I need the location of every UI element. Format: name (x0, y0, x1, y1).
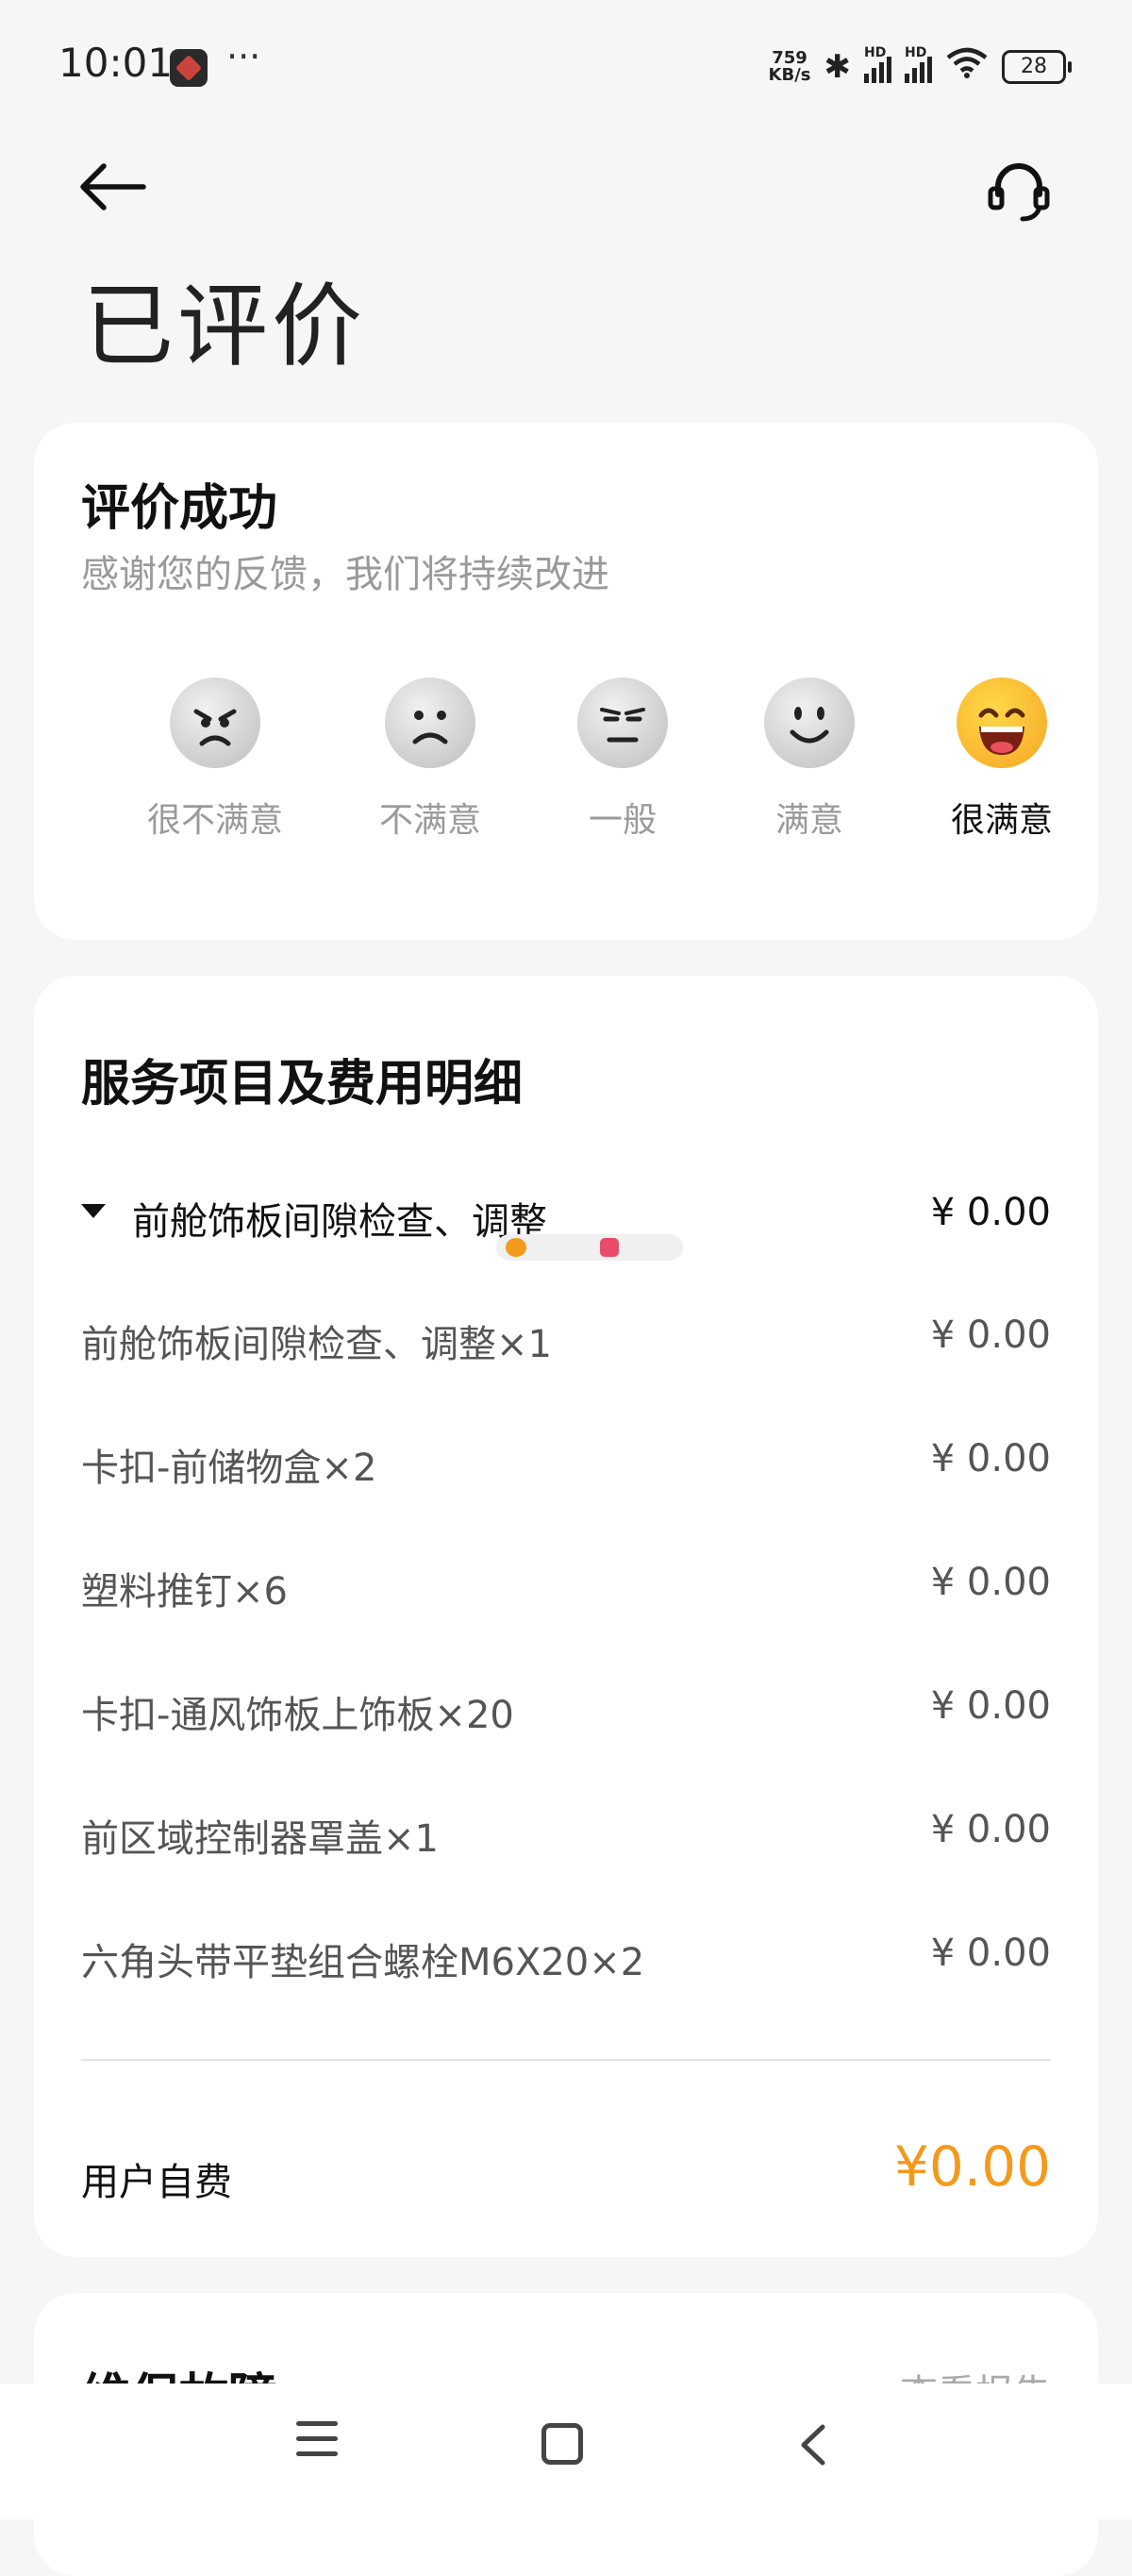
signal-hd-tag: HD (864, 44, 887, 60)
recent-apps-button[interactable] (296, 2421, 338, 2463)
very-satisfied-face-icon (957, 677, 1047, 768)
self-pay-total: ¥0.00 (893, 2134, 1051, 2199)
satisfied-face-icon (764, 677, 855, 768)
network-speed: 759 KB/s (768, 47, 811, 85)
rating-option-label: 不满意 (378, 801, 481, 840)
rating-option-label: 满意 (774, 801, 843, 840)
app-notification-icon (170, 49, 208, 87)
rating-card: 评价成功 感谢您的反馈，我们将持续改进 很不满意 不满意 一般 满意 很满意 (34, 423, 1098, 940)
wifi-icon (945, 45, 989, 88)
rating-option-very-dissatisfied[interactable]: 很不满意 (130, 677, 300, 842)
service-item-row: 塑料推钉×6 ¥ 0.00 (81, 1561, 1051, 1617)
service-item-price: ¥ 0.00 (930, 1313, 1051, 1357)
service-item-name: 前区域控制器罩盖×1 (81, 1817, 439, 1861)
service-item-name: 前舱饰板间隙检查、调整×1 (81, 1323, 552, 1366)
status-time: 10:01 (58, 40, 174, 86)
service-detail-heading: 服务项目及费用明细 (81, 1056, 524, 1112)
service-item-name: 卡扣-通风饰板上饰板×20 (81, 1694, 514, 1737)
signal-hd-tag-2: HD (905, 44, 927, 60)
dissatisfied-face-icon (385, 677, 475, 768)
service-item-price: ¥ 0.00 (930, 1437, 1051, 1480)
service-item-price: ¥ 0.00 (930, 1808, 1051, 1851)
signal-icon-2: HD (905, 45, 932, 83)
rating-option-satisfied[interactable]: 满意 (724, 677, 894, 842)
service-item-price: ¥ 0.00 (930, 1932, 1051, 1975)
arrow-left-icon (80, 163, 146, 210)
service-item-name: 塑料推钉×6 (81, 1570, 288, 1614)
system-navigation-bar (0, 2384, 1132, 2519)
very-dissatisfied-face-icon (170, 677, 260, 768)
page-title: 已评价 (83, 274, 366, 379)
rating-subtitle: 感谢您的反馈，我们将持续改进 (81, 553, 609, 596)
watermark-logo (496, 1234, 683, 1261)
more-notifications-icon: ··· (226, 36, 261, 77)
system-back-button[interactable] (794, 2421, 832, 2468)
rating-heading: 评价成功 (81, 480, 278, 537)
service-item-row: 前区域控制器罩盖×1 ¥ 0.00 (81, 1808, 1051, 1865)
service-group-price: ¥ 0.00 (930, 1191, 1051, 1234)
bluetooth-icon: ✱ (824, 47, 852, 86)
rating-option-label: 很满意 (950, 801, 1053, 840)
rating-option-label: 一般 (588, 801, 657, 840)
service-item-row: 六角头带平垫组合螺栓M6X20×2 ¥ 0.00 (81, 1932, 1051, 1988)
battery-icon: 28 (1002, 49, 1072, 84)
divider (81, 2059, 1051, 2061)
back-button[interactable] (75, 159, 151, 215)
service-item-row: 卡扣-通风饰板上饰板×20 ¥ 0.00 (81, 1684, 1051, 1741)
status-bar: 10:01 ··· 759 KB/s ✱ HD HD 28 (0, 0, 1132, 132)
service-detail-card: 服务项目及费用明细 前舱饰板间隙检查、调整 ¥ 0.00 前舱饰板间隙检查、调整… (34, 976, 1098, 2257)
rating-option-very-satisfied[interactable]: 很满意 (917, 677, 1087, 842)
neutral-face-icon (577, 677, 668, 768)
customer-service-button[interactable] (981, 153, 1057, 228)
caret-down-icon (81, 1204, 106, 1218)
rating-option-label: 很不满意 (146, 801, 283, 840)
headset-icon (988, 163, 1050, 222)
service-item-name: 卡扣-前储物盒×2 (81, 1447, 377, 1490)
rating-option-neutral[interactable]: 一般 (538, 677, 708, 842)
rating-options: 很不满意 不满意 一般 满意 很满意 (34, 677, 1098, 866)
service-item-row: 卡扣-前储物盒×2 ¥ 0.00 (81, 1437, 1051, 1494)
network-speed-value: 759 (772, 47, 807, 68)
service-item-price: ¥ 0.00 (930, 1684, 1051, 1728)
chevron-left-icon (801, 2424, 825, 2466)
service-group-name: 前舱饰板间隙检查、调整 (132, 1200, 547, 1244)
self-pay-label: 用户自费 (81, 2161, 232, 2204)
home-button[interactable] (541, 2423, 583, 2465)
service-item-price: ¥ 0.00 (930, 1561, 1051, 1604)
rating-option-dissatisfied[interactable]: 不满意 (345, 677, 515, 842)
signal-icon: HD (864, 45, 891, 83)
service-item-row: 前舱饰板间隙检查、调整×1 ¥ 0.00 (81, 1313, 1051, 1370)
service-item-name: 六角头带平垫组合螺栓M6X20×2 (81, 1941, 645, 1984)
network-speed-unit: KB/s (768, 64, 811, 85)
